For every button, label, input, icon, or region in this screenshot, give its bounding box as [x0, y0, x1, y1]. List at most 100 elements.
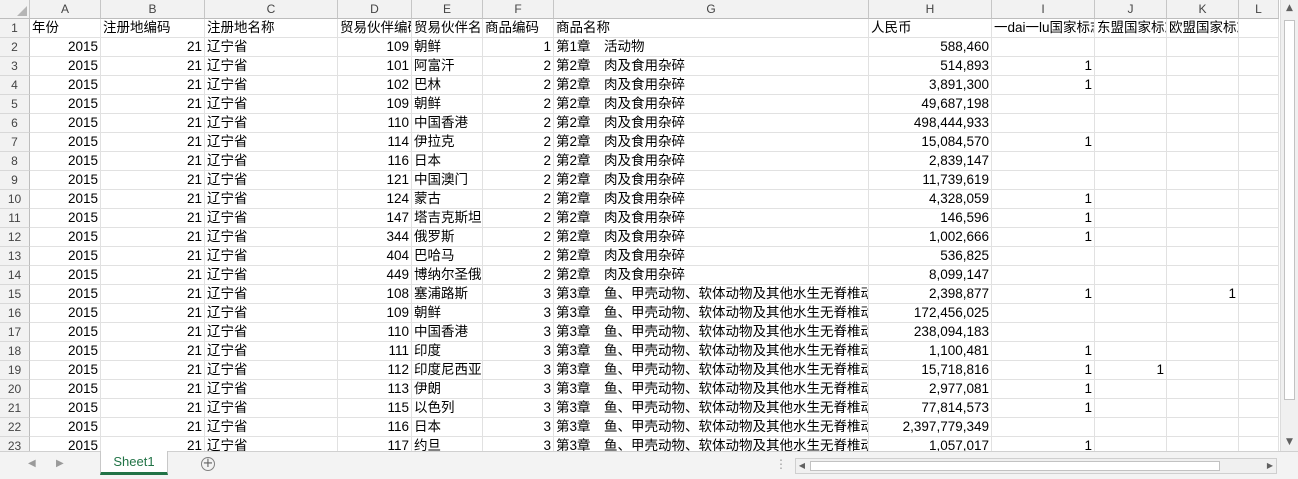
table-cell[interactable]: 辽宁省	[205, 247, 338, 266]
prev-sheet-icon[interactable]: ◀	[28, 458, 36, 469]
table-cell[interactable]: 巴林	[412, 76, 483, 95]
table-cell[interactable]	[1095, 380, 1167, 399]
table-cell[interactable]	[1167, 304, 1239, 323]
table-cell[interactable]: 日本	[412, 152, 483, 171]
table-cell[interactable]	[1095, 285, 1167, 304]
table-cell[interactable]: 2	[483, 95, 554, 114]
table-cell[interactable]	[1167, 57, 1239, 76]
table-cell[interactable]: 3	[483, 285, 554, 304]
table-cell[interactable]: 约旦	[412, 437, 483, 451]
table-cell[interactable]: 3	[483, 323, 554, 342]
table-cell[interactable]: 2	[483, 247, 554, 266]
table-cell[interactable]: 11,739,619	[869, 171, 992, 190]
row-header[interactable]: 9	[0, 171, 30, 190]
table-cell[interactable]: 2015	[30, 114, 101, 133]
column-header-g[interactable]: G	[554, 0, 869, 19]
table-cell[interactable]: 2015	[30, 437, 101, 451]
table-cell[interactable]	[1239, 228, 1279, 247]
table-cell[interactable]: 109	[338, 95, 412, 114]
table-cell[interactable]: 辽宁省	[205, 209, 338, 228]
table-cell[interactable]: 1	[992, 399, 1095, 418]
table-cell[interactable]	[1239, 247, 1279, 266]
table-cell[interactable]: 113	[338, 380, 412, 399]
column-header-c[interactable]: C	[205, 0, 338, 19]
table-cell[interactable]: 117	[338, 437, 412, 451]
table-cell[interactable]	[1167, 190, 1239, 209]
table-cell[interactable]: 588,460	[869, 38, 992, 57]
table-cell[interactable]	[1167, 418, 1239, 437]
table-cell[interactable]: 1	[1095, 361, 1167, 380]
scroll-left-icon[interactable]: ◀	[796, 459, 808, 473]
table-cell[interactable]: 辽宁省	[205, 76, 338, 95]
table-cell[interactable]: 21	[101, 399, 205, 418]
table-cell[interactable]	[1167, 171, 1239, 190]
table-cell[interactable]	[1167, 399, 1239, 418]
table-cell[interactable]: 2015	[30, 323, 101, 342]
table-cell[interactable]: 1,002,666	[869, 228, 992, 247]
table-cell[interactable]: 2015	[30, 361, 101, 380]
table-cell[interactable]: 1	[483, 38, 554, 57]
table-cell[interactable]: 2	[483, 133, 554, 152]
select-all-corner[interactable]	[0, 0, 30, 19]
table-cell[interactable]	[992, 247, 1095, 266]
table-cell[interactable]: 2015	[30, 152, 101, 171]
row-header[interactable]: 21	[0, 399, 30, 418]
table-cell[interactable]: 1	[992, 57, 1095, 76]
table-cell[interactable]: 博纳尔圣俄	[412, 266, 483, 285]
table-cell[interactable]: 3,891,300	[869, 76, 992, 95]
table-cell[interactable]: 蒙古	[412, 190, 483, 209]
table-cell[interactable]: 4,328,059	[869, 190, 992, 209]
table-cell[interactable]: 21	[101, 247, 205, 266]
table-cell[interactable]: 101	[338, 57, 412, 76]
table-cell[interactable]: 第2章 肉及食用杂碎	[554, 266, 869, 285]
table-cell[interactable]: 中国香港	[412, 114, 483, 133]
table-cell[interactable]: 1	[992, 228, 1095, 247]
spreadsheet-grid[interactable]: ABCDEFGHIJKL1年份注册地编码注册地名称贸易伙伴编码贸易伙伴名称商品编…	[0, 0, 1280, 451]
table-cell[interactable]	[1239, 152, 1279, 171]
row-header[interactable]: 1	[0, 19, 30, 38]
table-cell[interactable]: 2015	[30, 380, 101, 399]
table-cell[interactable]: 辽宁省	[205, 171, 338, 190]
table-cell[interactable]: 404	[338, 247, 412, 266]
table-cell[interactable]: 印度尼西亚	[412, 361, 483, 380]
table-cell[interactable]: 2015	[30, 190, 101, 209]
table-cell[interactable]: 21	[101, 114, 205, 133]
table-cell[interactable]	[1167, 380, 1239, 399]
table-cell[interactable]	[1239, 323, 1279, 342]
table-cell[interactable]	[1239, 418, 1279, 437]
table-cell[interactable]: 辽宁省	[205, 418, 338, 437]
table-cell[interactable]: 8,099,147	[869, 266, 992, 285]
column-title-cell[interactable]: 贸易伙伴名称	[412, 19, 483, 38]
table-cell[interactable]	[1239, 266, 1279, 285]
table-cell[interactable]: 辽宁省	[205, 399, 338, 418]
column-header-e[interactable]: E	[412, 0, 483, 19]
table-cell[interactable]	[1167, 342, 1239, 361]
table-cell[interactable]: 114	[338, 133, 412, 152]
table-cell[interactable]	[1095, 133, 1167, 152]
column-title-cell[interactable]	[1239, 19, 1279, 38]
table-cell[interactable]	[992, 38, 1095, 57]
table-cell[interactable]	[1239, 361, 1279, 380]
table-cell[interactable]: 172,456,025	[869, 304, 992, 323]
table-cell[interactable]: 2015	[30, 247, 101, 266]
table-cell[interactable]: 449	[338, 266, 412, 285]
table-cell[interactable]: 中国澳门	[412, 171, 483, 190]
table-cell[interactable]	[1095, 152, 1167, 171]
table-cell[interactable]: 238,094,183	[869, 323, 992, 342]
table-cell[interactable]: 1	[992, 209, 1095, 228]
table-cell[interactable]	[1167, 38, 1239, 57]
table-cell[interactable]: 2015	[30, 76, 101, 95]
row-header[interactable]: 17	[0, 323, 30, 342]
table-cell[interactable]: 21	[101, 418, 205, 437]
table-cell[interactable]: 第2章 肉及食用杂碎	[554, 190, 869, 209]
vertical-scrollbar[interactable]: ▲ ▼	[1280, 0, 1298, 451]
table-cell[interactable]: 21	[101, 228, 205, 247]
column-header-k[interactable]: K	[1167, 0, 1239, 19]
row-header[interactable]: 2	[0, 38, 30, 57]
table-cell[interactable]: 辽宁省	[205, 228, 338, 247]
table-cell[interactable]	[1239, 437, 1279, 451]
table-cell[interactable]: 第2章 肉及食用杂碎	[554, 171, 869, 190]
table-cell[interactable]: 1	[992, 437, 1095, 451]
table-cell[interactable]: 辽宁省	[205, 114, 338, 133]
table-cell[interactable]: 21	[101, 209, 205, 228]
